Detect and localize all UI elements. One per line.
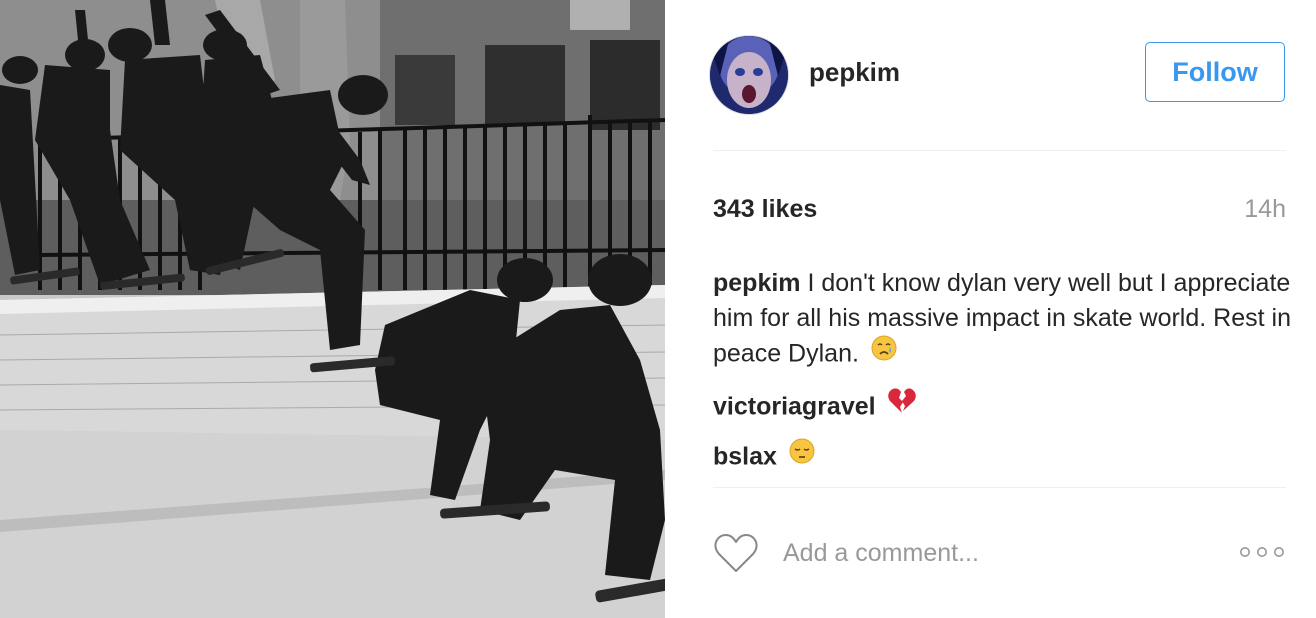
avatar[interactable] xyxy=(710,36,788,114)
follow-button[interactable]: Follow xyxy=(1145,42,1285,102)
post-photo[interactable] xyxy=(0,0,665,618)
post-details-panel: pepkim Follow 343 likes 14h pepkim I don… xyxy=(665,0,1316,618)
comment-author[interactable]: victoriagravel xyxy=(713,393,876,421)
post-timestamp[interactable]: 14h xyxy=(1225,192,1286,226)
header-divider xyxy=(713,150,1286,151)
add-comment-input[interactable] xyxy=(783,533,1203,573)
avatar-portrait-icon xyxy=(710,36,788,114)
broken-heart-icon xyxy=(887,387,917,425)
comment-author[interactable]: bslax xyxy=(713,443,777,471)
post-author-username[interactable]: pepkim xyxy=(809,54,900,90)
crying-face-icon xyxy=(870,334,898,372)
pensive-face-icon xyxy=(788,437,816,475)
comment-author[interactable]: pepkim xyxy=(713,269,801,297)
likes-count[interactable]: 343 likes xyxy=(713,192,817,226)
ellipsis-icon[interactable] xyxy=(1237,544,1287,560)
caption-comment: pepkim I don't know dylan very well but … xyxy=(713,266,1293,374)
skateboard-sequence-image xyxy=(0,0,665,618)
heart-outline-icon[interactable] xyxy=(713,532,759,574)
post-modal: pepkim Follow 343 likes 14h pepkim I don… xyxy=(0,0,1316,618)
comment-item: victoriagravel xyxy=(713,387,1293,427)
comments-divider xyxy=(713,487,1286,488)
comment-item: bslax xyxy=(713,437,1293,477)
